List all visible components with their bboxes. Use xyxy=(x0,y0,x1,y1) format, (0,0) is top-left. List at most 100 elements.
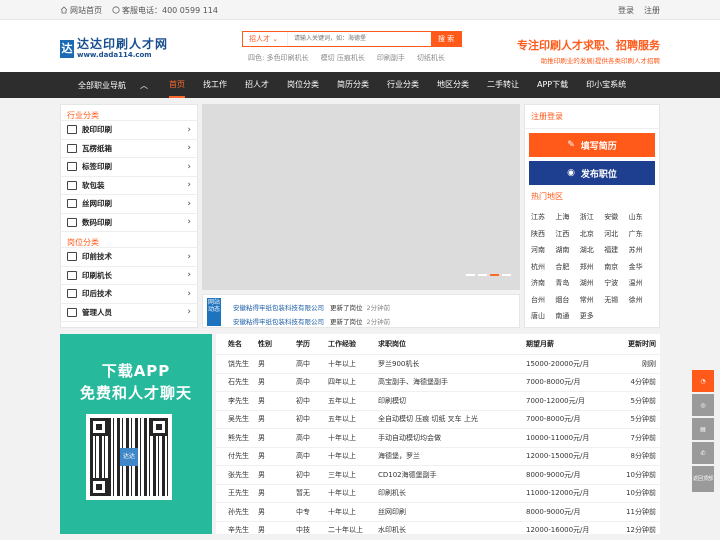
nav-hire[interactable]: 招人才 xyxy=(236,72,278,98)
app-download-promo[interactable]: 下载APP 免费和人才聊天 达达 xyxy=(60,334,212,534)
nav-home[interactable]: 首页 xyxy=(160,72,194,98)
nav-system[interactable]: 印小宝系统 xyxy=(577,72,635,98)
city-link[interactable]: 烟台 xyxy=(555,295,579,305)
category-item[interactable]: 标签印刷 › xyxy=(61,158,197,177)
search-type-select[interactable]: 招人才 ⌄ xyxy=(243,32,288,46)
table-row[interactable]: 熊先生男 高中 十年以上 手动自动模切均会做 10000-11000元/月 7分钟前 xyxy=(216,428,660,447)
phone-icon[interactable]: ✆ xyxy=(692,442,714,464)
category-item[interactable]: 胶印印刷 › xyxy=(61,121,197,140)
category-item[interactable]: 印后技术 › xyxy=(61,285,197,304)
label-icon xyxy=(67,162,77,172)
city-link[interactable]: 湖州 xyxy=(580,278,604,288)
carousel-dot[interactable] xyxy=(502,274,511,276)
city-link[interactable]: 浙江 xyxy=(580,212,604,222)
category-item[interactable]: 瓦楞纸箱 › xyxy=(61,140,197,158)
table-cell: 海德堡，罗兰 xyxy=(378,452,420,461)
city-link[interactable]: 济南 xyxy=(531,278,555,288)
city-link[interactable]: 青岛 xyxy=(555,278,579,288)
login-link[interactable]: 登录 xyxy=(618,5,634,16)
city-link[interactable]: 常州 xyxy=(580,295,604,305)
search-input[interactable] xyxy=(288,32,431,46)
city-link[interactable]: 陕西 xyxy=(531,229,555,239)
nav-app-download[interactable]: APP下载 xyxy=(528,72,577,98)
city-link[interactable]: 杭州 xyxy=(531,262,555,272)
city-link[interactable]: 河北 xyxy=(604,229,628,239)
nav-industry-category[interactable]: 行业分类 xyxy=(378,72,428,98)
hotword[interactable]: 模切 xyxy=(321,54,335,62)
carousel-dot[interactable] xyxy=(466,274,475,276)
table-row[interactable]: 饶先生男 高中 十年以上 罗兰900机长 15000-20000元/月 刚刚 xyxy=(216,354,660,373)
city-link[interactable]: 无锡 xyxy=(604,295,628,305)
hotword[interactable]: 多色印刷机长 xyxy=(267,54,309,62)
carousel-dot-active[interactable] xyxy=(490,274,499,276)
table-cell: 7000-12000元/月 xyxy=(526,396,585,405)
table-row[interactable]: 辛先生男 中技 二十年以上 水印机长 12000-16000元/月 12分钟前 xyxy=(216,520,660,540)
city-link[interactable]: 台州 xyxy=(531,295,555,305)
carousel-dot[interactable] xyxy=(478,274,487,276)
city-link[interactable]: 南通 xyxy=(555,311,579,321)
category-item[interactable]: 软包装 › xyxy=(61,177,197,195)
city-link[interactable]: 郑州 xyxy=(580,262,604,272)
table-cell: 十年以上 xyxy=(328,489,356,498)
post-job-button[interactable]: ◉ 发布职位 xyxy=(529,161,655,185)
city-link[interactable]: 北京 xyxy=(580,229,604,239)
city-link[interactable]: 徐州 xyxy=(629,295,653,305)
city-link[interactable]: 温州 xyxy=(629,278,653,288)
home-link[interactable]: 网站首页 xyxy=(60,5,102,16)
city-link[interactable]: 福建 xyxy=(604,245,628,255)
hotword[interactable]: 切纸机长 xyxy=(417,53,445,63)
city-link[interactable]: 更多 xyxy=(580,311,604,321)
table-row[interactable]: 李先生男 初中 五年以上 印刷模切 7000-12000元/月 5分钟前 xyxy=(216,391,660,410)
city-link[interactable]: 湖北 xyxy=(580,245,604,255)
wechat-icon[interactable]: ◎ xyxy=(692,394,714,416)
banner-carousel[interactable] xyxy=(202,104,520,290)
city-link[interactable]: 苏州 xyxy=(629,245,653,255)
login-register-title[interactable]: 注册登录 xyxy=(525,105,659,129)
city-link[interactable]: 安徽 xyxy=(604,212,628,222)
category-item[interactable]: 数码印刷 › xyxy=(61,214,197,232)
register-link[interactable]: 注册 xyxy=(644,5,660,16)
table-cell: 男 xyxy=(258,489,265,498)
nav-find-job[interactable]: 找工作 xyxy=(194,72,236,98)
back-to-top-button[interactable]: 返回顶部 xyxy=(692,466,714,492)
print-icon[interactable]: ▤ xyxy=(692,418,714,440)
city-link[interactable]: 唐山 xyxy=(531,311,555,321)
category-item[interactable]: 管理人员 › xyxy=(61,304,197,322)
news-item[interactable]: 安徽粘得牢纸包装科技有限公司 更新了岗位 2分钟前 xyxy=(233,316,390,326)
category-item[interactable]: 印前技术 › xyxy=(61,248,197,267)
table-row[interactable]: 孙先生男 中专 十年以上 丝网印刷 8000-9000元/月 11分钟前 xyxy=(216,502,660,521)
city-link[interactable]: 江苏 xyxy=(531,212,555,222)
search-button[interactable]: 搜 索 xyxy=(431,32,461,46)
nav-second-hand[interactable]: 二手转让 xyxy=(478,72,528,98)
city-link[interactable]: 南京 xyxy=(604,262,628,272)
hot-keywords: 四色: 多色印刷机长 模切 压痕机长 印刷副手 切纸机长 xyxy=(248,53,445,63)
city-link[interactable]: 江西 xyxy=(555,229,579,239)
city-link[interactable]: 广东 xyxy=(629,229,653,239)
table-row[interactable]: 张先生男 初中 三年以上 CD102海德堡副手 8000-9000元/月 10分钟前 xyxy=(216,465,660,484)
city-link[interactable]: 河南 xyxy=(531,245,555,255)
category-item[interactable]: 印刷机长 › xyxy=(61,267,197,285)
city-link[interactable]: 上海 xyxy=(555,212,579,222)
table-row[interactable]: 付先生男 高中 十年以上 海德堡，罗兰 12000-15000元/月 8分钟前 xyxy=(216,446,660,466)
table-cell: 男 xyxy=(258,433,265,442)
hotword[interactable]: 压痕机长 xyxy=(337,54,365,62)
news-item[interactable]: 安徽粘得牢纸包装科技有限公司 更新了岗位 2分钟前 xyxy=(233,302,390,312)
nav-resume-category[interactable]: 简历分类 xyxy=(328,72,378,98)
nav-position-category[interactable]: 岗位分类 xyxy=(278,72,328,98)
site-logo[interactable]: 达 达达印刷人才网 www.dada114.com xyxy=(60,38,168,59)
city-link[interactable]: 宁波 xyxy=(604,278,628,288)
nav-region-category[interactable]: 地区分类 xyxy=(428,72,478,98)
table-row[interactable]: 石先生男 高中 四年以上 高宝副手、海德堡副手 7000-8000元/月 4分钟前 xyxy=(216,372,660,392)
city-link[interactable]: 湖南 xyxy=(555,245,579,255)
online-chat-icon[interactable]: ◔ xyxy=(692,370,714,392)
hotword[interactable]: 印刷副手 xyxy=(377,53,405,63)
all-categories-menu[interactable]: 全部职业导航 ︿ xyxy=(60,80,160,91)
city-link[interactable]: 金华 xyxy=(629,262,653,272)
category-item[interactable]: 丝网印刷 › xyxy=(61,195,197,214)
hotword[interactable]: 四色 xyxy=(248,54,262,62)
table-row[interactable]: 吴先生男 初中 五年以上 全自动模切 压痕 切纸 叉车 上光 7000-8000元/月 5… xyxy=(216,409,660,429)
city-link[interactable]: 山东 xyxy=(629,212,653,222)
table-row[interactable]: 王先生男 暂无 十年以上 印刷机长 11000-12000元/月 10分钟前 xyxy=(216,483,660,503)
fill-resume-button[interactable]: ✎ 填写简历 xyxy=(529,133,655,157)
city-link[interactable]: 合肥 xyxy=(555,262,579,272)
